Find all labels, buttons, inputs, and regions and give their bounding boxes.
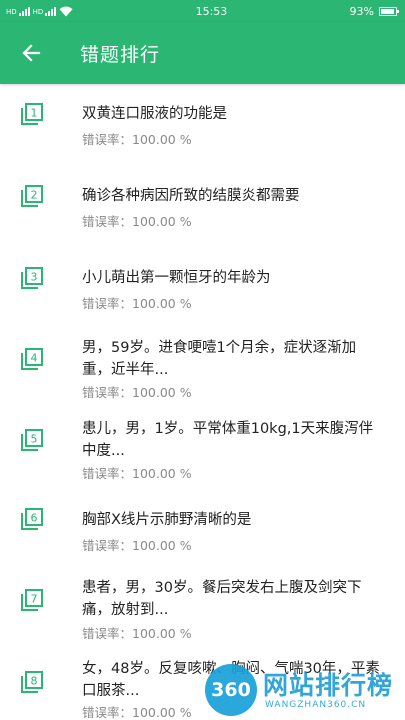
svg-text:8: 8	[31, 675, 38, 688]
list-item[interactable]: 8 女，48岁。反复咳嗽、胸闷、气喘30年，平素口服茶... 错误率：100.0…	[0, 658, 405, 720]
wifi-icon	[59, 6, 73, 16]
page-title: 错题排行	[80, 43, 161, 66]
wrong-question-list: 1 双黄连口服液的功能是 错误率：100.00 % 2 确诊各种病因所致的结膜炎…	[0, 84, 405, 720]
question-text: 胸部X线片示肺野清晰的是	[82, 512, 252, 528]
question-text: 小儿萌出第一颗恒牙的年龄为	[82, 270, 271, 286]
svg-text:6: 6	[31, 512, 38, 525]
question-text: 患者，男，30岁。餐后突发右上腹及剑突下痛，放射到...	[82, 580, 362, 618]
svg-text:7: 7	[31, 593, 38, 606]
app-bar: 错题排行	[0, 22, 405, 84]
svg-text:2: 2	[31, 189, 38, 202]
rank-number-icon: 3	[21, 267, 43, 289]
list-item[interactable]: 1 双黄连口服液的功能是 错误率：100.00 %	[0, 84, 405, 166]
status-time: 15:53	[195, 4, 228, 18]
battery-icon	[379, 6, 399, 16]
svg-text:5: 5	[31, 433, 38, 446]
question-text: 确诊各种病因所致的结膜炎都需要	[82, 188, 300, 204]
error-rate: 错误率：100.00 %	[82, 214, 192, 229]
error-rate: 错误率：100.00 %	[82, 385, 192, 400]
question-text: 患儿，男，1岁。平常体重10kg,1天来腹泻伴中度...	[82, 421, 374, 459]
list-item[interactable]: 6 胸部X线片示肺野清晰的是 错误率：100.00 %	[0, 494, 405, 576]
question-text: 男，59岁。进食哽噎1个月余，症状逐渐加重，近半年...	[82, 340, 357, 378]
rank-number-icon: 6	[21, 508, 43, 530]
error-rate: 错误率：100.00 %	[82, 296, 192, 311]
rank-number-icon: 5	[21, 429, 43, 451]
list-item[interactable]: 4 男，59岁。进食哽噎1个月余，症状逐渐加重，近半年... 错误率：100.0…	[0, 330, 405, 412]
error-rate: 错误率：100.00 %	[82, 132, 192, 147]
svg-text:4: 4	[31, 352, 38, 365]
back-button[interactable]	[0, 22, 62, 84]
error-rate: 错误率：100.00 %	[82, 705, 192, 720]
rank-number-icon: 4	[21, 348, 43, 370]
arrow-left-icon	[22, 44, 41, 62]
question-text: 双黄连口服液的功能是	[82, 106, 227, 122]
error-rate: 错误率：100.00 %	[82, 538, 192, 553]
list-item[interactable]: 7 患者，男，30岁。餐后突发右上腹及剑突下痛，放射到... 错误率：100.0…	[0, 576, 405, 658]
rank-number-icon: 2	[21, 185, 43, 207]
error-rate: 错误率：100.00 %	[82, 466, 192, 481]
rank-number-icon: 8	[21, 671, 43, 693]
svg-text:3: 3	[31, 271, 38, 284]
rank-number-icon: 1	[21, 103, 43, 125]
error-rate: 错误率：100.00 %	[82, 626, 192, 641]
signal-icon: HD	[6, 6, 30, 16]
list-item[interactable]: 2 确诊各种病因所致的结膜炎都需要 错误率：100.00 %	[0, 166, 405, 248]
status-bar: HD HD 15:53 93%	[0, 0, 405, 22]
svg-text:1: 1	[31, 107, 38, 120]
list-item[interactable]: 3 小儿萌出第一颗恒牙的年龄为 错误率：100.00 %	[0, 248, 405, 330]
question-text: 女，48岁。反复咳嗽、胸闷、气喘30年，平素口服茶...	[82, 661, 380, 699]
list-item[interactable]: 5 患儿，男，1岁。平常体重10kg,1天来腹泻伴中度... 错误率：100.0…	[0, 412, 405, 494]
signal-icon-2: HD	[33, 6, 57, 16]
battery-percent: 93%	[349, 4, 374, 18]
rank-number-icon: 7	[21, 589, 43, 611]
